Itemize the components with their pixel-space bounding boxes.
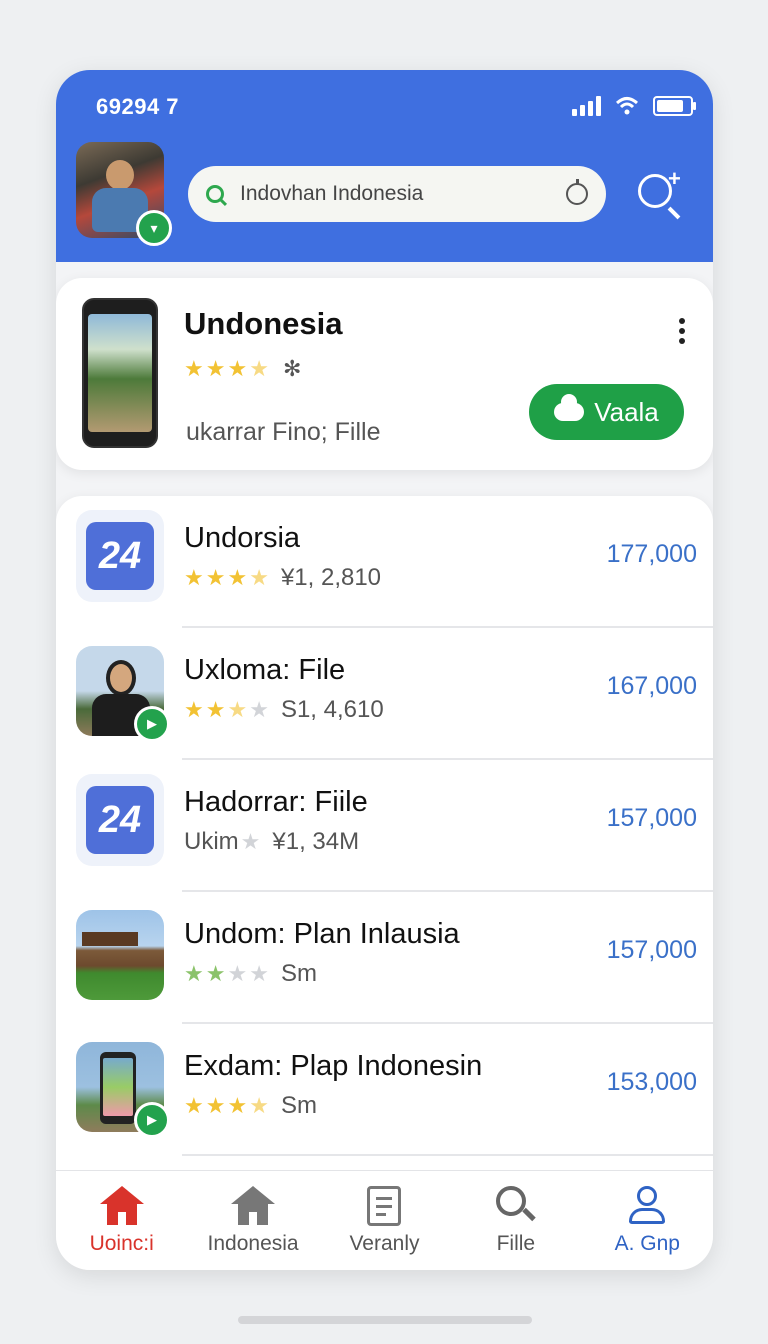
rating-stars: ★ ★ ★ ★ (184, 565, 269, 590)
status-icons (572, 96, 696, 116)
search-input[interactable]: Indovhan Indonesia (240, 182, 566, 206)
item-meta-text: ¥1, 2,810 (280, 564, 382, 591)
plus-icon: + (668, 166, 681, 191)
search-add-icon[interactable] (638, 174, 672, 208)
download-button[interactable]: Vaala (529, 384, 684, 440)
list-item[interactable]: ▶ Exdam: Plap Indonesin ★ ★ ★ ★ Sm 153,000 (56, 1024, 713, 1156)
rating-stars: ★ ★ ★ ★ (184, 356, 269, 381)
signal-icon (572, 96, 601, 116)
list-item[interactable]: 24 Hadorrar: Fiile Ukim ★ ¥1, 34M 157,00… (56, 760, 713, 892)
list-item[interactable]: Undom: Plan Inlausia ★ ★ ★ ★ Sm 157,000 (56, 892, 713, 1024)
item-value: 167,000 (606, 672, 697, 700)
tab-label: Indonesia (207, 1232, 299, 1255)
list-item[interactable]: 24 Undorsia ★ ★ ★ ★ ¥1, 2,810 177,000 (56, 496, 713, 628)
item-title: Undom: Plan Inlausia (184, 918, 460, 950)
tab-veranly[interactable]: Veranly (324, 1186, 444, 1256)
app-header: 69294 7 ▾ Indovhan Indonesia + (56, 70, 713, 262)
app-screen: 69294 7 ▾ Indovhan Indonesia + Undonesia… (56, 70, 713, 1270)
search-icon (495, 1186, 536, 1226)
item-title: Hadorrar: Fiile (184, 786, 368, 818)
more-options-icon[interactable] (679, 318, 685, 344)
item-value: 157,000 (606, 936, 697, 964)
tab-label: Fille (496, 1232, 536, 1255)
rating-extra: ✻ (282, 356, 302, 381)
tab-fille[interactable]: Fille (456, 1186, 576, 1256)
tab-indonesia[interactable]: Indonesia (193, 1186, 313, 1256)
search-icon (206, 185, 224, 203)
item-meta-text: Sm (280, 1092, 317, 1119)
rating-stars: ★ ★ ★ ★ (184, 1093, 269, 1118)
person-icon (627, 1186, 667, 1226)
tab-label: A. Gnp (614, 1232, 680, 1255)
bottom-tab-bar: Uoinc:i Indonesia Veranly Fille A. Gnp (56, 1170, 713, 1270)
item-value: 177,000 (606, 540, 697, 568)
item-meta: Ukim ★ ¥1, 34M (184, 828, 359, 856)
item-title: Undorsia (184, 522, 301, 554)
user-avatar[interactable]: ▾ (76, 142, 172, 246)
24-app-icon: 24 (76, 774, 164, 866)
featured-thumbnail (82, 298, 158, 448)
document-icon (367, 1186, 402, 1226)
item-meta: ★ ★ ★ ★ S1, 4,610 (184, 696, 384, 724)
item-value: 153,000 (606, 1068, 697, 1096)
item-meta-text: ¥1, 34M (272, 828, 360, 855)
list-item[interactable]: ▶ Uxloma: File ★ ★ ★ ★ S1, 4,610 167,000 (56, 628, 713, 760)
house-thumbnail (76, 910, 164, 1000)
item-value: 157,000 (606, 804, 697, 832)
phone-thumbnail: ▶ (76, 1042, 170, 1138)
item-meta: ★ ★ ★ ★ Sm (184, 960, 317, 988)
item-meta: ★ ★ ★ ★ Sm (184, 1092, 317, 1120)
item-meta-prefix: Ukim (184, 828, 239, 855)
featured-title: Undonesia (184, 306, 343, 341)
cloud-icon (554, 394, 585, 421)
tab-profile[interactable]: A. Gnp (587, 1186, 707, 1256)
play-icon: ▶ (134, 1102, 170, 1138)
person-thumbnail: ▶ (76, 646, 170, 742)
24-app-icon: 24 (76, 510, 164, 602)
status-time: 69294 7 (96, 94, 180, 119)
tab-home[interactable]: Uoinc:i (62, 1186, 182, 1256)
home-indicator[interactable] (238, 1316, 532, 1324)
featured-card[interactable]: Undonesia ★ ★ ★ ★ ✻ ukarrar Fino; Fille Vaa… (56, 278, 713, 470)
item-meta-text: S1, 4,610 (280, 696, 384, 723)
rating-stars: ★ ★ ★ ★ (184, 697, 269, 722)
home-icon (99, 1186, 144, 1226)
battery-icon (653, 96, 696, 116)
tab-label: Uoinc:i (89, 1232, 154, 1255)
item-meta: ★ ★ ★ ★ ¥1, 2,810 (184, 564, 381, 592)
wifi-icon (615, 97, 639, 115)
rating-stars: ★ ★ ★ ★ (184, 961, 269, 986)
featured-rating: ★ ★ ★ ★ ✻ (184, 356, 301, 382)
featured-subtitle: ukarrar Fino; Fille (186, 418, 381, 446)
rating-stars: ★ (240, 829, 261, 854)
item-meta-text: Sm (280, 960, 317, 987)
app-list: 24 Undorsia ★ ★ ★ ★ ¥1, 2,810 177,000 ▶ Uxl… (56, 496, 713, 1186)
avatar-badge-icon: ▾ (136, 210, 172, 246)
item-title: Exdam: Plap Indonesin (184, 1050, 483, 1082)
play-icon: ▶ (134, 706, 170, 742)
home-icon (231, 1186, 276, 1226)
timer-icon[interactable] (566, 179, 588, 205)
tab-label: Veranly (349, 1232, 420, 1255)
download-button-label: Vaala (594, 396, 659, 427)
item-title: Uxloma: File (184, 654, 346, 686)
search-bar[interactable]: Indovhan Indonesia (188, 166, 606, 222)
